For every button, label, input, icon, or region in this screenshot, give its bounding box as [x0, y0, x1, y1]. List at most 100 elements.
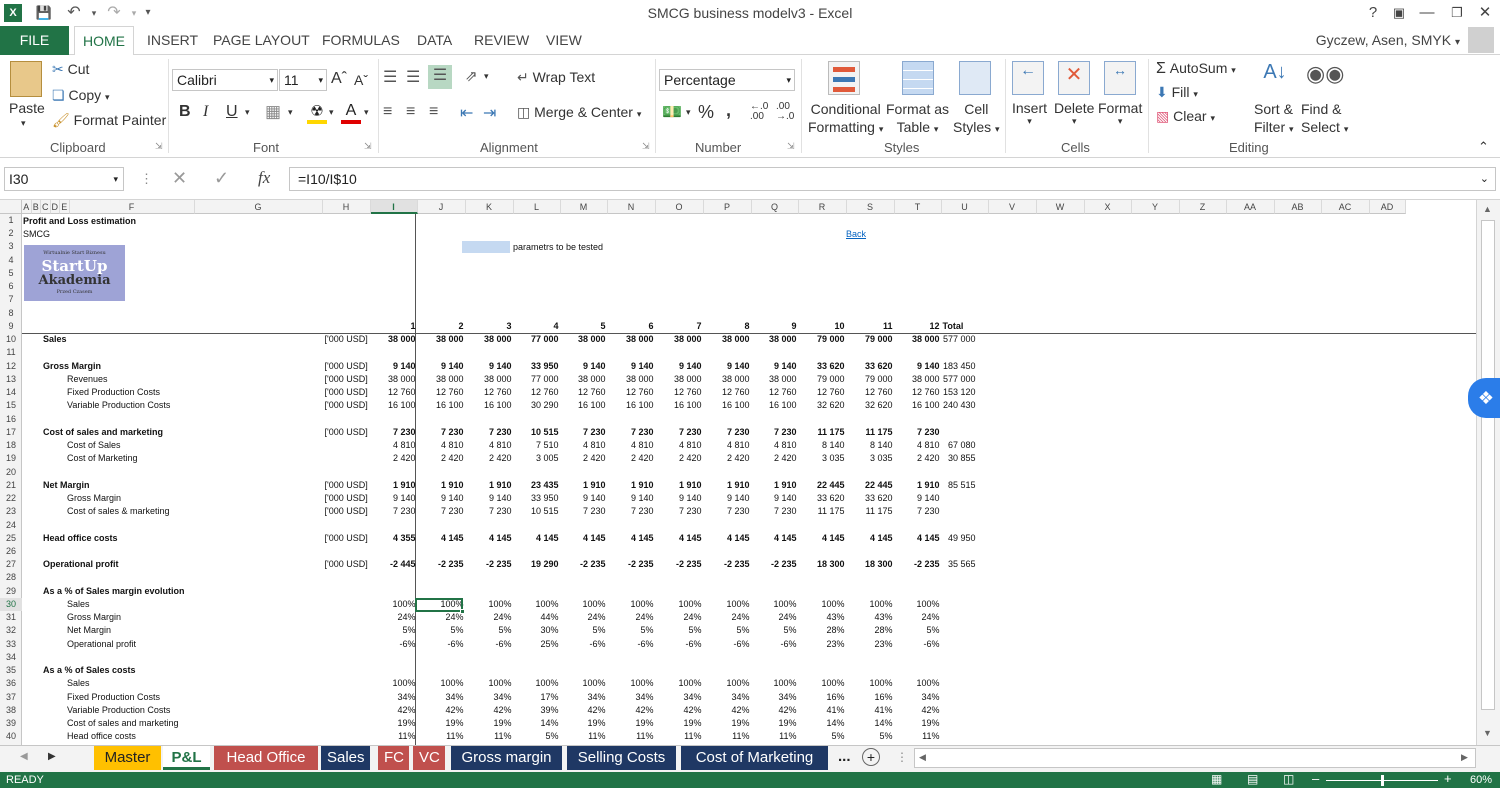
- copy-button[interactable]: ❏ Copy ▾: [52, 87, 110, 104]
- conditional-formatting-button[interactable]: Conditional Formatting ▾: [808, 100, 883, 138]
- column-header-f[interactable]: F: [69, 200, 195, 214]
- dropbox-icon[interactable]: ❖: [1468, 378, 1500, 418]
- column-header-b[interactable]: B: [31, 200, 41, 214]
- row-header-38[interactable]: 38: [0, 704, 22, 717]
- tab-view[interactable]: VIEW: [538, 26, 590, 55]
- bold-button[interactable]: B: [179, 103, 191, 121]
- page-break-view-icon[interactable]: ◫: [1283, 772, 1294, 786]
- zoom-level[interactable]: 60%: [1470, 774, 1492, 786]
- column-header-c[interactable]: C: [41, 200, 51, 214]
- tab-page-layout[interactable]: PAGE LAYOUT: [205, 26, 318, 55]
- sheet-tab-master[interactable]: Master: [94, 746, 161, 770]
- underline-dropdown-icon[interactable]: ▾: [245, 107, 250, 118]
- column-header-o[interactable]: O: [655, 200, 704, 214]
- row-header-39[interactable]: 39: [0, 717, 22, 730]
- borders-dropdown-icon[interactable]: ▾: [288, 107, 293, 118]
- sheet-tab-selling-costs[interactable]: Selling Costs: [567, 746, 676, 770]
- row-header-1[interactable]: 1: [0, 214, 22, 227]
- column-header-ad[interactable]: AD: [1369, 200, 1406, 214]
- align-left-icon[interactable]: ≡: [383, 103, 392, 121]
- name-box[interactable]: I30 ▾: [4, 167, 124, 191]
- minimize-icon[interactable]: —: [1416, 2, 1438, 24]
- scroll-down-icon[interactable]: ▼: [1483, 728, 1492, 738]
- sheet-tab-vc[interactable]: VC: [413, 746, 445, 770]
- percent-style-button[interactable]: %: [698, 102, 714, 123]
- column-header-z[interactable]: Z: [1179, 200, 1227, 214]
- row-header-4[interactable]: 4: [0, 254, 22, 267]
- align-top-icon[interactable]: ☰: [383, 67, 397, 87]
- italic-button[interactable]: I: [203, 103, 208, 121]
- tab-insert[interactable]: INSERT: [139, 26, 206, 55]
- column-header-t[interactable]: T: [894, 200, 942, 214]
- autosum-button[interactable]: Σ AutoSum ▾: [1156, 60, 1236, 78]
- row-header-5[interactable]: 5: [0, 267, 22, 280]
- zoom-out-icon[interactable]: –: [1312, 771, 1319, 786]
- row-header-23[interactable]: 23: [0, 505, 22, 518]
- decrease-indent-icon[interactable]: ⇤: [460, 103, 473, 123]
- column-header-i[interactable]: I: [370, 200, 418, 214]
- column-header-r[interactable]: R: [798, 200, 847, 214]
- font-launcher-icon[interactable]: ⇲: [364, 141, 372, 152]
- tab-review[interactable]: REVIEW: [466, 26, 537, 55]
- insert-cells-button[interactable]: Insert ▾: [1012, 100, 1047, 127]
- scroll-up-icon[interactable]: ▲: [1483, 204, 1492, 214]
- column-header-k[interactable]: K: [465, 200, 514, 214]
- increase-font-icon[interactable]: Aˆ: [331, 70, 347, 88]
- insert-function-button[interactable]: fx: [258, 168, 270, 188]
- cut-button[interactable]: ✂ Cut: [52, 61, 89, 78]
- row-header-24[interactable]: 24: [0, 519, 22, 532]
- underline-button[interactable]: U: [226, 103, 238, 121]
- row-header-35[interactable]: 35: [0, 664, 22, 677]
- account-name[interactable]: Gyczew, Asen, SMYK ▾: [1316, 32, 1460, 48]
- decrease-decimal-icon[interactable]: .00 →.0: [776, 102, 794, 122]
- font-color-dropdown-icon[interactable]: ▾: [364, 107, 369, 118]
- row-header-30[interactable]: 30: [0, 597, 22, 612]
- align-bottom-icon[interactable]: ☰: [428, 65, 452, 89]
- font-size-select[interactable]: 11 ▾: [279, 69, 327, 91]
- tab-data[interactable]: DATA: [409, 26, 460, 55]
- paste-dropdown-icon[interactable]: ▾: [21, 118, 26, 129]
- orientation-dropdown-icon[interactable]: ▾: [484, 71, 489, 82]
- zoom-slider-thumb[interactable]: [1380, 775, 1384, 786]
- row-header-8[interactable]: 8: [0, 307, 22, 320]
- column-header-e[interactable]: E: [60, 200, 70, 214]
- row-header-13[interactable]: 13: [0, 373, 22, 386]
- column-header-d[interactable]: D: [50, 200, 60, 214]
- close-icon[interactable]: ✕: [1474, 2, 1496, 24]
- format-cells-button[interactable]: Format ▾: [1098, 100, 1142, 127]
- sheet-tab-gross-margin[interactable]: Gross margin: [451, 746, 562, 770]
- row-header-25[interactable]: 25: [0, 532, 22, 545]
- back-link[interactable]: Back: [846, 228, 866, 241]
- row-header-32[interactable]: 32: [0, 624, 22, 637]
- column-header-g[interactable]: G: [194, 200, 323, 214]
- row-header-12[interactable]: 12: [0, 360, 22, 373]
- column-header-m[interactable]: M: [560, 200, 608, 214]
- select-all-corner[interactable]: [0, 200, 22, 214]
- column-header-a[interactable]: A: [22, 200, 32, 214]
- orientation-icon[interactable]: ⇗: [465, 67, 478, 85]
- collapse-ribbon-icon[interactable]: ⌃: [1478, 139, 1489, 155]
- row-header-29[interactable]: 29: [0, 585, 22, 598]
- clipboard-launcher-icon[interactable]: ⇲: [155, 141, 163, 152]
- column-header-aa[interactable]: AA: [1226, 200, 1275, 214]
- tab-formulas[interactable]: FORMULAS: [314, 26, 408, 55]
- currency-icon[interactable]: 💵: [662, 102, 682, 122]
- row-header-17[interactable]: 17: [0, 426, 22, 439]
- column-header-v[interactable]: V: [988, 200, 1037, 214]
- borders-icon[interactable]: ▦: [265, 102, 281, 122]
- row-header-26[interactable]: 26: [0, 545, 22, 558]
- column-header-q[interactable]: Q: [751, 200, 799, 214]
- paste-button[interactable]: Paste: [9, 100, 45, 116]
- font-name-select[interactable]: Calibri ▾: [172, 69, 278, 91]
- sheet-tab-fc[interactable]: FC: [378, 746, 409, 770]
- wrap-text-button[interactable]: ↵ Wrap Text: [517, 69, 595, 86]
- prev-sheet-icon[interactable]: ◀: [20, 751, 28, 762]
- row-header-11[interactable]: 11: [0, 346, 22, 359]
- sort-filter-button[interactable]: Sort & Filter ▾: [1254, 100, 1294, 138]
- cell-styles-button[interactable]: Cell Styles ▾: [953, 100, 1000, 138]
- tab-file[interactable]: FILE: [0, 26, 69, 55]
- alignment-launcher-icon[interactable]: ⇲: [642, 141, 650, 152]
- column-header-w[interactable]: W: [1036, 200, 1085, 214]
- column-header-ab[interactable]: AB: [1274, 200, 1322, 214]
- page-layout-view-icon[interactable]: ▤: [1247, 772, 1258, 786]
